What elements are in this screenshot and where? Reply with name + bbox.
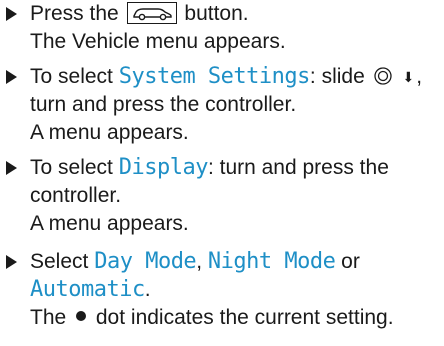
step-4-sep-1: , [196, 250, 203, 273]
step-1-result: The Vehicle menu appears. [30, 30, 286, 53]
step-3: To select Display: turn and press the co… [6, 154, 389, 238]
step-2-text-c: , [416, 65, 423, 88]
step-3-instruction: To select Display: turn and press the [30, 154, 389, 182]
step-arrow-icon [6, 7, 17, 21]
step-4-instruction-cont: Automatic. [30, 276, 394, 304]
step-4-result-b: dot indicates the current setting. [95, 306, 394, 329]
step-1-text-b: button. [184, 2, 249, 25]
step-arrow-icon [6, 70, 17, 84]
controller-icon [373, 67, 392, 85]
step-2-instruction-cont: turn and press the controller. [30, 93, 297, 116]
step-3-text-a: To select [30, 156, 113, 179]
step-4-result-a: The [30, 306, 67, 329]
bullet-dot-icon [76, 311, 87, 321]
step-4-text-a: Select [30, 250, 89, 273]
step-4-end: . [144, 278, 151, 301]
step-3-instruction-cont: controller. [30, 184, 122, 207]
step-2-result: A menu appears. [30, 121, 189, 144]
step-arrow-icon [6, 255, 17, 269]
display-term-automatic: Automatic [30, 277, 145, 302]
step-3-result: A menu appears. [30, 212, 189, 235]
step-2-instruction: To select System Settings: slide ⬇, [30, 63, 422, 91]
step-2-text-b: : slide [309, 65, 365, 88]
step-4-instruction: Select Day Mode, Night Mode or [30, 248, 394, 276]
arrow-down-icon: ⬇ [402, 69, 415, 85]
car-icon [126, 2, 177, 24]
step-4-sep-2: or [341, 250, 360, 273]
step-3-text-b: : turn and press the [207, 156, 389, 179]
display-term-night-mode: Night Mode [207, 249, 336, 274]
step-1-instruction: Press the button. [30, 0, 286, 28]
instruction-list: Press the button. The Vehicle menu appea… [0, 0, 444, 346]
display-term-day-mode: Day Mode [94, 249, 197, 274]
step-4-result: The dot indicates the current setting. [30, 304, 394, 332]
step-2: To select System Settings: slide ⬇, turn… [6, 63, 422, 147]
step-2-text-a: To select [30, 65, 113, 88]
step-arrow-icon [6, 161, 17, 175]
display-term-system-settings: System Settings [118, 64, 311, 89]
step-4: Select Day Mode, Night Mode or Automatic… [6, 248, 394, 332]
step-1-text-a: Press the [30, 2, 119, 25]
display-term-display: Display [118, 155, 209, 180]
step-1: Press the button. The Vehicle menu appea… [6, 0, 286, 56]
